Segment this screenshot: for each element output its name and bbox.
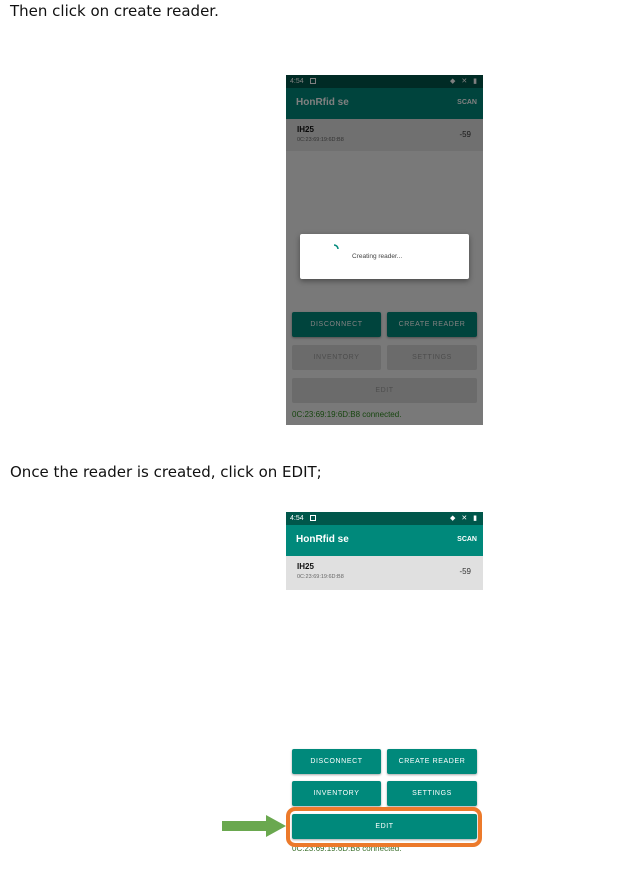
device-rssi: -59 [459,567,471,576]
status-time: 4:54 [290,515,304,522]
dialog-message: Creating reader... [352,253,403,260]
phone-screenshot-header: 4:54 ◆ ✕ ▮ HonRfid se SCAN IH25 0C:23:69… [286,512,483,590]
phone-screenshot-creating: 4:54 ◆ ✕ ▮ HonRfid se SCAN IH25 0C:23:69… [286,75,483,425]
disconnect-button[interactable]: DISCONNECT [292,749,381,774]
instruction-step-1: Then click on create reader. [10,2,219,20]
scan-button[interactable]: SCAN [457,536,477,543]
image-notification-icon [310,515,316,521]
edit-highlight-box [286,807,482,847]
device-mac: 0C:23:69:19:6D:B8 [297,574,344,580]
device-name: IH25 [297,562,314,571]
settings-button[interactable]: SETTINGS [387,781,477,806]
progress-dialog: Creating reader... [300,234,469,279]
loading-spinner-icon [333,244,339,250]
device-list-item[interactable]: IH25 0C:23:69:19:6D:B8 -59 [286,556,483,590]
app-title: HonRfid se [296,534,349,545]
instruction-step-2: Once the reader is created, click on EDI… [10,463,322,481]
app-bar: HonRfid se SCAN [286,525,483,556]
create-reader-button[interactable]: CREATE READER [387,749,477,774]
status-icons: ◆ ✕ ▮ [450,515,479,522]
inventory-button[interactable]: INVENTORY [292,781,381,806]
pointer-arrow-icon [222,815,286,837]
status-bar: 4:54 ◆ ✕ ▮ [286,512,483,525]
